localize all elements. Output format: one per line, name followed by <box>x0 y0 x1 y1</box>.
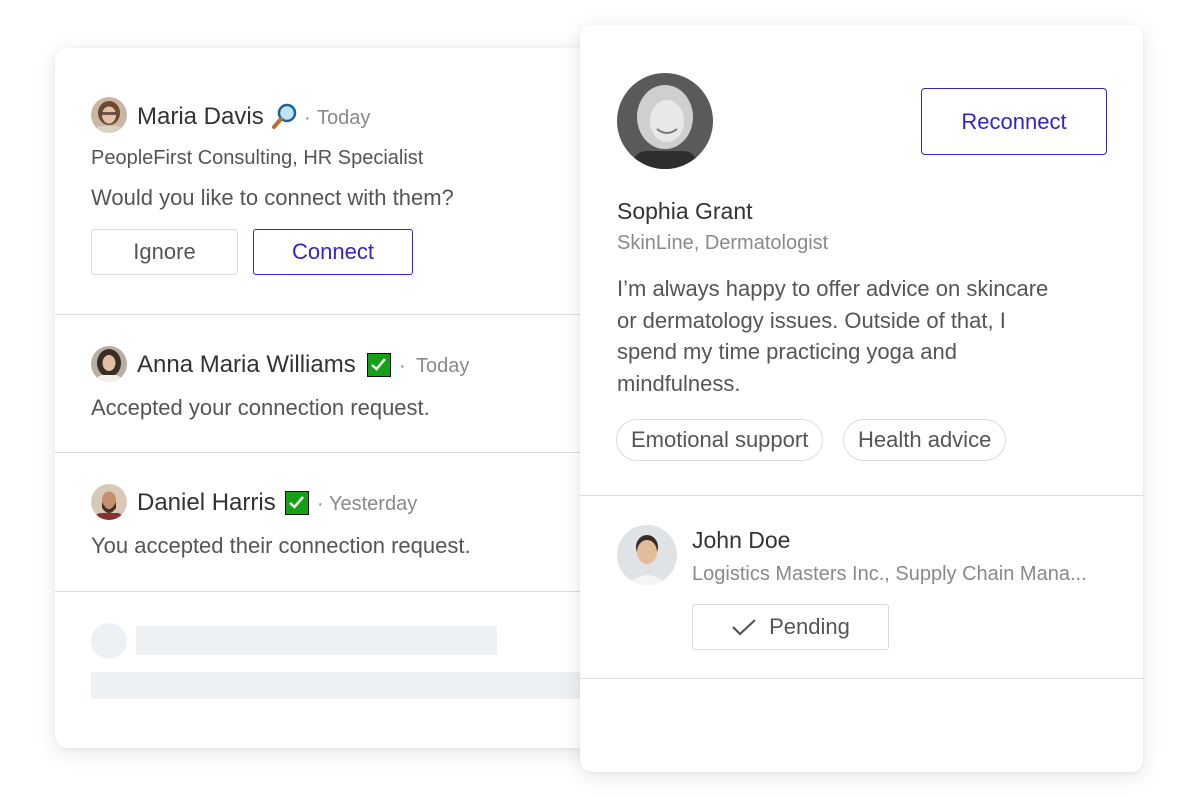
skeleton-text-bar <box>91 672 655 699</box>
reconnect-button[interactable]: Reconnect <box>921 88 1107 155</box>
profile-section: Reconnect Sophia Grant SkinLine, Dermato… <box>580 25 1143 496</box>
pending-button[interactable]: Pending <box>692 604 889 650</box>
avatar-sophia-grant[interactable] <box>617 73 713 169</box>
suggestion-name[interactable]: John Doe <box>692 527 790 554</box>
checkmark-icon <box>731 617 757 637</box>
profile-subtitle: SkinLine, Dermatologist <box>617 232 829 254</box>
bio-line: I’m always happy to offer advice on skin… <box>617 276 1049 301</box>
notifications-card: Maria Davis · Today PeopleFirst Consulti… <box>55 48 655 748</box>
separator-dot: · <box>317 493 324 515</box>
skeleton-title-bar <box>136 626 497 655</box>
ignore-button[interactable]: Ignore <box>91 229 238 275</box>
suggestion-row-john: John Doe Logistics Masters Inc., Supply … <box>580 496 1143 679</box>
tag-health-advice[interactable]: Health advice <box>843 419 1007 461</box>
profile-card: Reconnect Sophia Grant SkinLine, Dermato… <box>580 25 1143 772</box>
notification-time: Today <box>317 107 371 129</box>
pending-label: Pending <box>769 614 850 639</box>
suggestion-subtitle: Logistics Masters Inc., Supply Chain Man… <box>692 563 1087 585</box>
tag-emotional-support[interactable]: Emotional support <box>616 419 824 461</box>
separator-dot: · <box>399 355 406 377</box>
separator-dot: · <box>304 107 311 129</box>
notification-row-anna: Anna Maria Williams · Today Accepted you… <box>55 314 655 453</box>
avatar-maria-davis[interactable] <box>91 97 127 133</box>
magnifier-icon <box>270 101 300 131</box>
notification-time: Yesterday <box>329 493 418 515</box>
profile-name: Sophia Grant <box>617 198 753 224</box>
notification-name[interactable]: Daniel Harris <box>137 489 276 517</box>
connect-button[interactable]: Connect <box>253 229 413 275</box>
notification-subtitle: PeopleFirst Consulting, HR Specialist <box>91 147 424 169</box>
notification-message: You accepted their connection request. <box>91 533 471 558</box>
notification-row-daniel: Daniel Harris · Yesterday You accepted t… <box>55 452 655 592</box>
bio-line: spend my time practicing yoga and <box>617 339 957 364</box>
notification-message: Accepted your connection request. <box>91 395 430 420</box>
avatar-john-doe[interactable] <box>617 525 677 585</box>
notification-name[interactable]: Anna Maria Williams <box>137 351 356 379</box>
skeleton-avatar <box>91 623 127 659</box>
checkmark-icon <box>285 491 309 515</box>
notification-row-maria: Maria Davis · Today PeopleFirst Consulti… <box>55 48 655 315</box>
profile-bio: I’m always happy to offer advice on skin… <box>617 273 1117 399</box>
skeleton-row <box>55 591 655 748</box>
avatar-daniel-harris[interactable] <box>91 484 127 520</box>
notification-message: Would you like to connect with them? <box>91 185 454 210</box>
notification-name[interactable]: Maria Davis <box>137 103 264 131</box>
checkmark-icon <box>367 353 391 377</box>
bio-line: mindfulness. <box>617 370 741 396</box>
notification-time: Today <box>416 355 470 377</box>
avatar-anna-maria-williams[interactable] <box>91 346 127 382</box>
bio-line: or dermatology issues. Outside of that, … <box>617 307 1006 333</box>
